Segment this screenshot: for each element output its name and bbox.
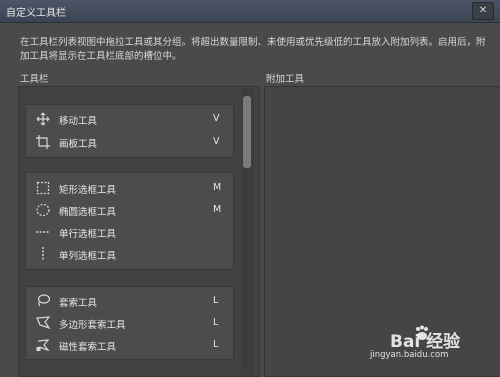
scrollbar-thumb[interactable] xyxy=(243,96,251,168)
tool-item-lasso[interactable]: 套索工具 L xyxy=(26,290,233,312)
artboard-icon xyxy=(36,135,50,149)
tool-shortcut: L xyxy=(213,317,219,328)
baidu-jingyan-watermark: Bai 经验 jingyan.baidu.com xyxy=(370,325,480,363)
magnetic-lasso-icon xyxy=(36,339,50,352)
dialog-titlebar: 自定义工具栏 ✕ xyxy=(0,0,500,23)
tool-label: 移动工具 xyxy=(59,116,98,127)
tool-shortcut: M xyxy=(213,204,222,215)
ellipse-marquee-icon xyxy=(36,203,50,217)
dialog-title: 自定义工具栏 xyxy=(6,8,66,19)
tool-label: 矩形选框工具 xyxy=(59,185,117,196)
close-icon: ✕ xyxy=(478,5,488,16)
move-icon xyxy=(36,112,50,126)
tool-item-polygonal-lasso[interactable]: 多边形套索工具 L xyxy=(26,312,233,334)
tool-item-rect-marquee[interactable]: 矩形选框工具 M xyxy=(26,177,233,199)
tool-label: 单行选框工具 xyxy=(59,229,117,240)
close-button[interactable]: ✕ xyxy=(472,2,494,20)
tool-shortcut: L xyxy=(213,339,219,350)
tool-label: 套索工具 xyxy=(59,298,98,309)
rect-marquee-icon xyxy=(36,181,50,195)
tool-group-lasso[interactable]: 套索工具 L 多边形套索工具 L 磁性套索工具 L xyxy=(25,286,234,360)
tool-label: 磁性套索工具 xyxy=(59,342,117,353)
tool-item-ellipse-marquee[interactable]: 椭圆选框工具 M xyxy=(26,199,233,221)
polygonal-lasso-icon xyxy=(36,316,50,329)
tool-item-single-column-marquee[interactable]: 单列选框工具 xyxy=(26,243,233,265)
tool-label: 画板工具 xyxy=(59,139,98,150)
lasso-icon xyxy=(37,294,50,307)
tool-group-marquee[interactable]: 矩形选框工具 M 椭圆选框工具 M 单行选框工具 单列选框工具 xyxy=(25,172,234,270)
extra-tools-section-label: 附加工具 xyxy=(266,74,305,85)
tool-shortcut: M xyxy=(213,182,222,193)
tool-shortcut: V xyxy=(213,113,220,124)
tool-label: 单列选框工具 xyxy=(59,251,117,262)
dialog-description: 在工具栏列表视图中拖拉工具或其分组。将超出数量限制、未使用或优先级低的工具放入附… xyxy=(20,37,486,62)
tool-item-artboard[interactable]: 画板工具 V xyxy=(26,131,233,153)
single-column-marquee-icon xyxy=(42,247,44,261)
tool-label: 多边形套索工具 xyxy=(59,320,126,331)
tool-shortcut: L xyxy=(213,295,219,306)
toolbar-scrollbar[interactable] xyxy=(241,88,254,375)
tool-group-move[interactable]: 移动工具 V 画板工具 V xyxy=(25,104,234,158)
toolbar-section-label: 工具栏 xyxy=(20,74,49,85)
tool-label: 椭圆选框工具 xyxy=(59,207,117,218)
tool-item-single-row-marquee[interactable]: 单行选框工具 xyxy=(26,221,233,243)
watermark-url: jingyan.baidu.com xyxy=(370,350,449,360)
tool-item-move[interactable]: 移动工具 V xyxy=(26,108,233,130)
single-row-marquee-icon xyxy=(36,231,50,233)
tool-shortcut: V xyxy=(213,136,220,147)
watermark-brand: Bai 经验 xyxy=(390,332,461,352)
tool-item-magnetic-lasso[interactable]: 磁性套索工具 L xyxy=(26,334,233,356)
